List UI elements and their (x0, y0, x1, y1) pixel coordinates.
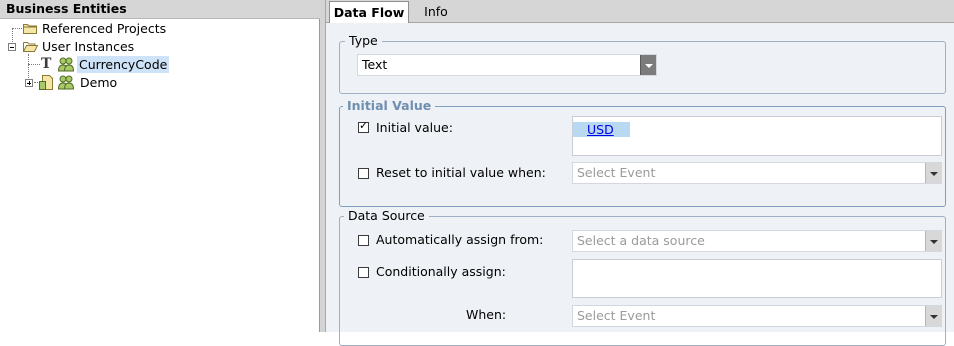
when-event-select[interactable]: Select Event (572, 305, 942, 327)
initial-value-token[interactable]: USD (573, 122, 630, 137)
initial-value-legend: Initial Value (343, 98, 436, 114)
text-type-icon: T (41, 56, 52, 72)
users-icon (58, 75, 74, 90)
chevron-down-icon[interactable] (925, 163, 941, 183)
folder-icon (23, 24, 37, 34)
data-source-legend: Data Source (344, 208, 429, 224)
collapse-toggle-icon[interactable] (8, 43, 16, 51)
when-event-placeholder: Select Event (577, 308, 656, 323)
chevron-down-icon[interactable] (640, 55, 656, 75)
tree-node-referenced-projects[interactable]: Referenced Projects (0, 20, 318, 37)
tree-node-currencycode[interactable]: T CurrencyCode (0, 56, 318, 73)
type-select[interactable]: Text (357, 54, 657, 76)
tree-node-label: Demo (80, 75, 118, 90)
tab-data-flow[interactable]: Data Flow (329, 1, 409, 23)
type-group: Type Text (339, 33, 946, 94)
tab-bar: Data Flow Info (326, 0, 954, 23)
initial-value-field[interactable]: USD (572, 116, 942, 156)
tree-node-label: Referenced Projects (42, 21, 167, 36)
tree-node-user-instances[interactable]: User Instances (0, 38, 318, 55)
when-label: When: (466, 307, 507, 322)
tree-node-demo[interactable]: Demo (0, 74, 318, 91)
reset-event-select[interactable]: Select Event (572, 162, 942, 184)
tree-node-label: CurrencyCode (77, 56, 170, 73)
chevron-down-icon[interactable] (925, 306, 941, 326)
business-entities-panel: Business Entities Referenced Projects Us… (0, 0, 320, 332)
chevron-down-icon[interactable] (925, 231, 941, 251)
data-source-select[interactable]: Select a data source (572, 230, 942, 252)
conditional-assign-field[interactable] (572, 259, 942, 298)
data-source-placeholder: Select a data source (577, 233, 705, 248)
reset-checkbox[interactable] (358, 168, 369, 179)
conditional-assign-label: Conditionally assign: (376, 264, 506, 279)
initial-value-group: Initial Value Initial value: USD Reset t… (339, 98, 946, 207)
folder-open-icon (23, 42, 38, 52)
type-select-value: Text (362, 57, 388, 72)
initial-value-checkbox[interactable] (358, 119, 369, 133)
reset-label: Reset to initial value when: (376, 165, 546, 180)
conditional-assign-checkbox[interactable] (358, 267, 369, 278)
document-icon (39, 75, 53, 90)
data-source-group: Data Source Automatically assign from: S… (339, 208, 946, 346)
type-legend: Type (345, 33, 382, 49)
reset-event-placeholder: Select Event (577, 165, 656, 180)
expand-toggle-icon[interactable] (25, 79, 33, 87)
auto-assign-label: Automatically assign from: (376, 232, 544, 247)
users-icon (58, 57, 74, 72)
auto-assign-checkbox[interactable] (358, 235, 369, 246)
tab-info[interactable]: Info (414, 1, 458, 23)
panel-title: Business Entities (0, 0, 320, 19)
initial-value-label: Initial value: (376, 120, 453, 135)
tree-node-label: User Instances (42, 39, 135, 54)
